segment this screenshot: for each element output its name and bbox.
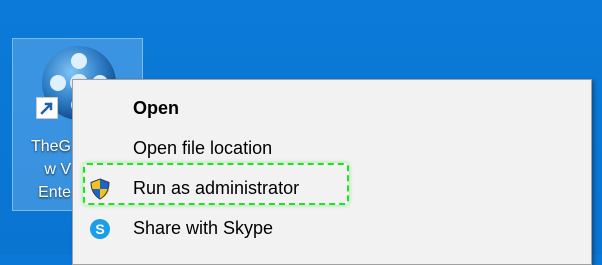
menu-item-run-as-administrator[interactable]: Run as administrator — [73, 170, 591, 208]
context-menu: Open Open file location Run as administr… — [72, 79, 592, 265]
menu-item-open-file-location-label: Open file location — [133, 138, 273, 158]
shortcut-label-line-2: w V — [44, 161, 71, 178]
shortcut-label: TheG w V Ente — [13, 135, 71, 204]
menu-item-share-with-skype-label: Share with Skype — [133, 218, 274, 238]
menu-item-share-with-skype[interactable]: S Share with Skype — [73, 210, 591, 248]
skype-icon: S — [90, 219, 110, 239]
shortcut-label-line-3: Ente — [38, 184, 71, 201]
uac-shield-icon — [90, 178, 110, 200]
menu-item-run-as-administrator-label: Run as administrator — [133, 178, 300, 198]
menu-item-open-label: Open — [133, 98, 180, 118]
shortcut-label-line-1: TheG — [30, 138, 71, 155]
shortcut-arrow-icon — [36, 97, 58, 119]
menu-item-open[interactable]: Open — [73, 90, 591, 128]
menu-item-open-file-location[interactable]: Open file location — [73, 130, 591, 168]
svg-text:S: S — [95, 221, 104, 237]
desktop-background[interactable]: TheG w V Ente Open Open file location Ru… — [0, 0, 602, 265]
